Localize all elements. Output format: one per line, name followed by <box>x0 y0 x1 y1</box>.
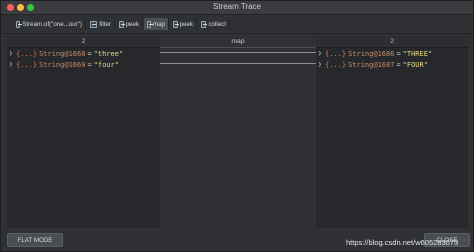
object-id: String@1668 <box>39 49 86 58</box>
window-title: Stream Trace <box>212 2 261 11</box>
object-brace: {...} <box>325 49 347 58</box>
string-value: "FOUR" <box>402 60 428 69</box>
output-count: 2 <box>316 36 468 48</box>
object-id: String@1669 <box>39 60 86 69</box>
tab-label: collect <box>208 20 226 28</box>
stream-icon <box>119 20 125 28</box>
stream-icon <box>201 20 208 28</box>
tab-label: filter <box>99 20 111 28</box>
string-value: "three" <box>93 49 124 58</box>
equals-sign: = <box>87 60 92 69</box>
tab-map[interactable]: map <box>144 18 169 30</box>
value-row[interactable]: ❯ {...} String@1668 = "three" <box>7 48 160 59</box>
value-row[interactable]: ❯ {...} String@1687 = "FOUR" <box>316 59 468 70</box>
input-values-panel[interactable]: 2 ❯ {...} String@1668 = "three" ❯ {...} … <box>7 36 160 228</box>
tab-label: peek <box>179 20 193 28</box>
flat-mode-button[interactable]: FLAT MODE <box>7 233 63 247</box>
expand-chevron-icon[interactable]: ❯ <box>9 61 16 68</box>
expand-chevron-icon[interactable]: ❯ <box>9 50 16 57</box>
stream-icon <box>147 20 153 28</box>
tab-label: peek <box>125 20 139 28</box>
object-brace: {...} <box>16 49 38 58</box>
tab-collect[interactable]: collect <box>198 18 230 30</box>
expand-chevron-icon[interactable]: ❯ <box>318 50 325 57</box>
equals-sign: = <box>396 60 401 69</box>
object-id: String@1686 <box>348 49 395 58</box>
stream-icon <box>90 20 98 28</box>
output-values-panel[interactable]: 2 ❯ {...} String@1686 = "THREE" ❯ {...} … <box>316 36 468 228</box>
tab-peek-1[interactable]: peek <box>116 18 143 30</box>
tab-bar: Stream.of("one...our") filter peek map p… <box>1 15 473 34</box>
object-brace: {...} <box>325 60 347 69</box>
input-count: 2 <box>7 36 160 48</box>
stream-trace-window: Stream Trace Stream.of("one...our") filt… <box>0 0 474 252</box>
stream-icon <box>16 20 23 28</box>
stream-icon <box>173 20 179 28</box>
tab-stream-of[interactable]: Stream.of("one...our") <box>13 18 86 30</box>
watermark-text: https://blog.csdn.net/w605283073 <box>346 238 459 247</box>
tab-label: map <box>152 20 165 28</box>
object-brace: {...} <box>16 60 38 69</box>
title-bar: Stream Trace <box>1 1 473 15</box>
mapping-link-line <box>160 52 316 53</box>
mapping-area: map <box>160 36 316 228</box>
tab-filter[interactable]: filter <box>87 18 115 30</box>
equals-sign: = <box>87 49 92 58</box>
mapping-link-line <box>160 63 316 64</box>
expand-chevron-icon[interactable]: ❯ <box>318 61 325 68</box>
string-value: "four" <box>93 60 119 69</box>
value-row[interactable]: ❯ {...} String@1669 = "four" <box>7 59 160 70</box>
value-row[interactable]: ❯ {...} String@1686 = "THREE" <box>316 48 468 59</box>
string-value: "THREE" <box>402 49 433 58</box>
tab-peek-2[interactable]: peek <box>170 18 197 30</box>
operation-label: map <box>160 36 316 48</box>
tab-label: Stream.of("one...our") <box>22 20 82 28</box>
object-id: String@1687 <box>348 60 395 69</box>
equals-sign: = <box>396 49 401 58</box>
